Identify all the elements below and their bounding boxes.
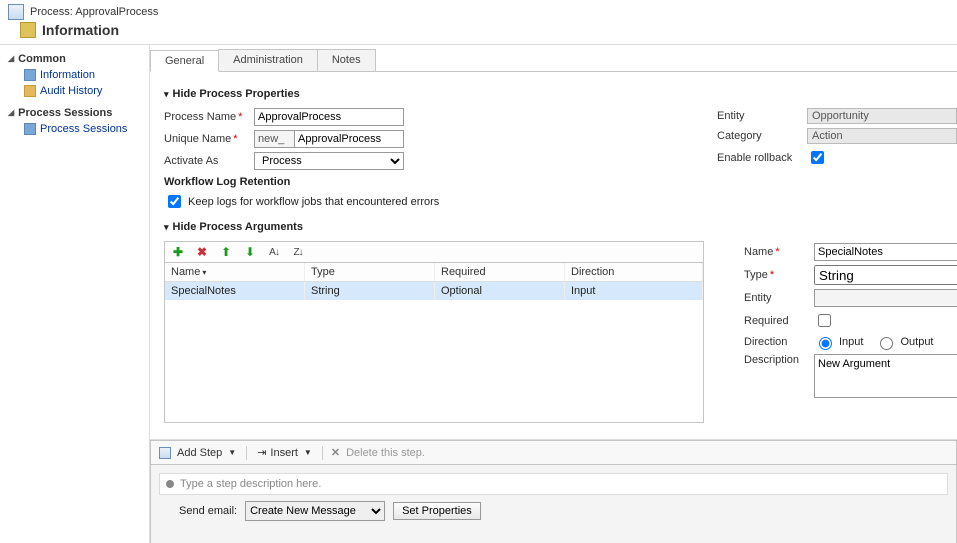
step-row[interactable]: Type a step description here.	[159, 473, 948, 495]
tab-general[interactable]: General	[150, 50, 219, 72]
nav-item-process-sessions[interactable]: Process Sessions	[0, 121, 149, 137]
window-icon	[8, 4, 24, 20]
col-type[interactable]: Type	[305, 263, 435, 281]
section-process-arguments[interactable]: Hide Process Arguments	[164, 221, 957, 233]
move-up-icon[interactable]: ⬆	[219, 245, 233, 259]
move-down-icon[interactable]: ⬇	[243, 245, 257, 259]
log-retention-text: Keep logs for workflow jobs that encount…	[188, 196, 439, 208]
steps-toolbar: Add Step▼ ⇥Insert▼ ✕ Delete this step.	[150, 440, 957, 465]
step-bullet-icon	[166, 480, 174, 488]
process-name-input[interactable]	[254, 108, 404, 126]
section-process-properties[interactable]: Hide Process Properties	[164, 88, 957, 100]
nav-item-label: Audit History	[40, 85, 102, 97]
steps-area: Type a step description here. Send email…	[150, 465, 957, 543]
add-icon[interactable]: ✚	[171, 245, 185, 259]
insert-button[interactable]: ⇥Insert▼	[255, 445, 314, 460]
direction-input-radio[interactable]	[819, 337, 832, 350]
page-subtitle: Information	[42, 22, 119, 38]
delete-step-icon: ✕	[331, 446, 340, 459]
arguments-grid: Name▾ Type Required Direction SpecialNot…	[164, 263, 704, 423]
enable-rollback-label: Enable rollback	[717, 152, 807, 164]
arg-required-checkbox[interactable]	[818, 314, 831, 327]
log-retention-checkbox[interactable]	[168, 195, 181, 208]
delete-step-button[interactable]: Delete this step.	[344, 446, 427, 460]
sort-desc-icon[interactable]: Z↓	[291, 245, 305, 259]
add-step-button[interactable]: Add Step▼	[175, 446, 238, 460]
direction-output-radio[interactable]	[880, 337, 893, 350]
log-retention-heading: Workflow Log Retention	[164, 176, 290, 188]
step-description-placeholder[interactable]: Type a step description here.	[180, 478, 321, 490]
col-name[interactable]: Name▾	[165, 263, 305, 281]
enable-rollback-checkbox[interactable]	[811, 151, 824, 164]
entity-label: Entity	[717, 110, 807, 122]
nav-group-process-sessions[interactable]: Process Sessions	[0, 105, 149, 121]
window-title: Process: ApprovalProcess	[30, 6, 158, 18]
nav-item-information[interactable]: Information	[0, 67, 149, 83]
arg-name-label: Name*	[744, 246, 814, 258]
tab-notes[interactable]: Notes	[317, 49, 376, 71]
sidebar: Common Information Audit History Process…	[0, 45, 150, 543]
arg-direction-label: Direction	[744, 336, 814, 348]
set-properties-button[interactable]: Set Properties	[393, 502, 481, 520]
unique-name-prefix: new_	[254, 130, 294, 148]
arg-description-input[interactable]	[814, 354, 957, 398]
send-email-label: Send email:	[179, 505, 237, 517]
unique-name-label: Unique Name*	[164, 133, 254, 145]
activate-as-label: Activate As	[164, 155, 254, 167]
add-step-icon	[159, 447, 171, 459]
arg-required-label: Required	[744, 315, 814, 327]
entity-icon	[20, 22, 36, 38]
audit-icon	[24, 85, 36, 97]
arg-entity-label: Entity	[744, 292, 814, 304]
nav-group-common[interactable]: Common	[0, 51, 149, 67]
entity-value: Opportunity	[807, 108, 957, 124]
arg-entity-input[interactable]	[814, 289, 957, 307]
activate-as-select[interactable]: Process	[254, 152, 404, 170]
argument-row[interactable]: SpecialNotes String Optional Input	[165, 282, 703, 300]
info-icon	[24, 69, 36, 81]
arguments-toolbar: ✚ ✖ ⬆ ⬇ A↓ Z↓	[164, 241, 704, 263]
arg-name-input[interactable]	[814, 243, 957, 261]
nav-item-label: Process Sessions	[40, 123, 127, 135]
delete-icon[interactable]: ✖	[195, 245, 209, 259]
nav-item-label: Information	[40, 69, 95, 81]
arg-type-label: Type*	[744, 269, 814, 281]
category-value: Action	[807, 128, 957, 144]
col-required[interactable]: Required	[435, 263, 565, 281]
sort-asc-icon[interactable]: A↓	[267, 245, 281, 259]
nav-item-audit-history[interactable]: Audit History	[0, 83, 149, 99]
tab-administration[interactable]: Administration	[218, 49, 318, 71]
category-label: Category	[717, 130, 807, 142]
process-name-label: Process Name*	[164, 111, 254, 123]
arg-description-label: Description	[744, 354, 814, 366]
arg-type-select[interactable]: String	[814, 265, 957, 285]
send-email-select[interactable]: Create New Message	[245, 501, 385, 521]
unique-name-input[interactable]	[294, 130, 404, 148]
col-direction[interactable]: Direction	[565, 263, 703, 281]
sessions-icon	[24, 123, 36, 135]
tabs: General Administration Notes	[150, 49, 957, 72]
